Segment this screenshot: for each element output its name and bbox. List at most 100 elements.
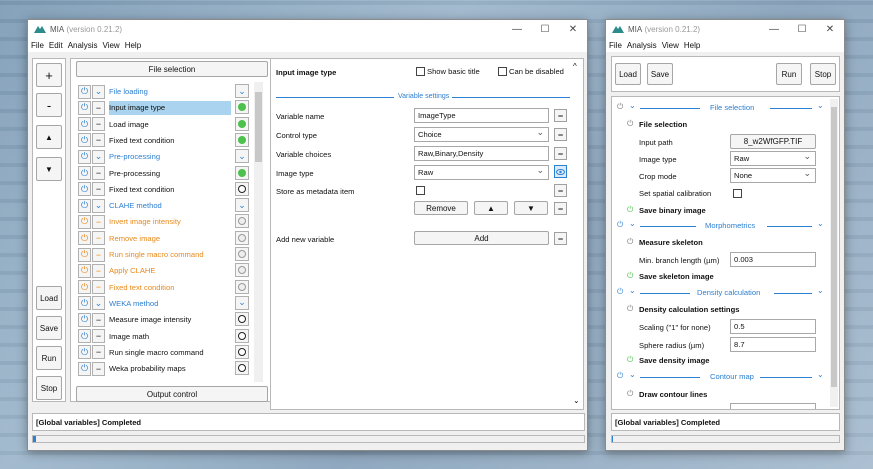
section-power-icon[interactable]: ⏻ bbox=[617, 220, 623, 230]
chevron-down-icon[interactable]: ⌄ bbox=[92, 296, 105, 311]
module-name[interactable]: Pre-processing bbox=[109, 166, 231, 180]
parameters-scrollbar[interactable] bbox=[830, 99, 838, 407]
module-row[interactable]: ⏻ ⌄ Pre-processing ⌄ bbox=[78, 149, 249, 164]
section-power-icon[interactable]: ⏻ bbox=[617, 102, 623, 112]
minus-icon[interactable]: − bbox=[92, 263, 105, 278]
module-row[interactable]: ⏻ − Weka probability maps bbox=[78, 361, 249, 376]
module-row[interactable]: ⏻ − Load image bbox=[78, 116, 249, 132]
module-row[interactable]: ⏻ − Run single macro command bbox=[78, 247, 249, 262]
file-selection-button[interactable]: File selection bbox=[76, 61, 268, 77]
module-name[interactable]: Measure image intensity bbox=[109, 313, 231, 327]
spatial-calibration-checkbox[interactable] bbox=[733, 189, 742, 198]
control-type-select[interactable]: Choice bbox=[414, 127, 549, 142]
module-power-icon[interactable]: ⏻ bbox=[627, 355, 633, 365]
power-toggle-icon[interactable]: ⏻ bbox=[78, 247, 91, 262]
contour-partial-field[interactable] bbox=[730, 403, 816, 409]
module-row[interactable]: ⏻ − Measure image intensity bbox=[78, 312, 249, 327]
section-chevron-icon[interactable]: ⌄ bbox=[629, 101, 636, 110]
show-basic-title-checkbox[interactable] bbox=[416, 67, 425, 76]
power-toggle-icon[interactable]: ⏻ bbox=[78, 345, 91, 360]
minus-icon[interactable]: − bbox=[92, 312, 105, 327]
move-down-button[interactable]: ▼ bbox=[36, 157, 62, 181]
menu-file[interactable]: File bbox=[31, 41, 44, 50]
minus-icon[interactable]: − bbox=[92, 231, 105, 246]
close-button[interactable]: ✕ bbox=[559, 24, 587, 35]
module-row[interactable]: ⏻ − Invert image intensity bbox=[78, 214, 249, 229]
menu-help[interactable]: Help bbox=[125, 41, 141, 50]
power-toggle-icon[interactable]: ⏻ bbox=[78, 312, 91, 327]
section-power-icon[interactable]: ⏻ bbox=[617, 371, 623, 381]
module-row[interactable]: ⏻ ⌄ File loading ⌄ bbox=[78, 84, 249, 99]
power-toggle-icon[interactable]: ⏻ bbox=[78, 133, 91, 148]
module-row[interactable]: ⏻ − Fixed text condition bbox=[78, 181, 249, 197]
variable-choices-remove-button[interactable]: − bbox=[554, 147, 567, 160]
section-collapse-icon[interactable]: ⌄ bbox=[817, 219, 824, 228]
chevron-down-icon[interactable]: ⌄ bbox=[92, 149, 105, 164]
minus-icon[interactable]: − bbox=[92, 166, 105, 180]
module-row[interactable]: ⏻ − Fixed text condition bbox=[78, 279, 249, 295]
parameters-scroll-thumb[interactable] bbox=[831, 107, 837, 387]
section-morphometrics[interactable]: Morphometrics bbox=[705, 221, 755, 230]
power-toggle-icon[interactable]: ⏻ bbox=[78, 263, 91, 278]
menu-view[interactable]: View bbox=[662, 41, 679, 50]
store-metadata-remove-button[interactable]: − bbox=[554, 184, 567, 197]
module-power-icon[interactable]: ⏻ bbox=[627, 271, 633, 281]
module-name[interactable]: CLAHE method bbox=[109, 199, 231, 213]
module-power-icon[interactable]: ⏻ bbox=[627, 237, 633, 247]
module-power-icon[interactable]: ⏻ bbox=[627, 304, 633, 314]
minus-icon[interactable]: − bbox=[92, 361, 105, 376]
minus-icon[interactable]: − bbox=[92, 329, 105, 343]
module-name[interactable]: WEKA method bbox=[109, 296, 231, 310]
save-button[interactable]: Save bbox=[647, 63, 673, 85]
minus-icon[interactable]: − bbox=[92, 182, 105, 197]
chevron-down-icon[interactable]: ⌄ bbox=[92, 198, 105, 213]
save-button[interactable]: Save bbox=[36, 316, 62, 340]
minus-icon[interactable]: − bbox=[92, 247, 105, 262]
load-button[interactable]: Load bbox=[615, 63, 641, 85]
module-row[interactable]: ⏻ − Fixed text condition bbox=[78, 132, 249, 148]
can-be-disabled-checkbox[interactable] bbox=[498, 67, 507, 76]
variable-order-remove-button[interactable]: − bbox=[554, 202, 567, 215]
module-name[interactable]: Load image bbox=[109, 117, 231, 131]
section-chevron-icon[interactable]: ⌄ bbox=[629, 370, 636, 379]
run-button[interactable]: Run bbox=[36, 346, 62, 370]
module-row[interactable]: ⏻ ⌄ WEKA method ⌄ bbox=[78, 295, 249, 311]
variable-choices-field[interactable]: Raw,Binary,Density bbox=[414, 146, 549, 161]
module-row[interactable]: ⏻ − Apply CLAHE bbox=[78, 263, 249, 278]
module-row[interactable]: ⏻ − Input image type bbox=[78, 100, 249, 115]
power-toggle-icon[interactable]: ⏻ bbox=[78, 214, 91, 229]
menu-analysis[interactable]: Analysis bbox=[627, 41, 657, 50]
module-list-scrollbar[interactable] bbox=[254, 82, 263, 382]
stop-button[interactable]: Stop bbox=[36, 376, 62, 400]
min-branch-field[interactable]: 0.003 bbox=[730, 252, 816, 267]
section-collapse-icon[interactable]: ⌄ bbox=[817, 370, 824, 379]
section-collapse-icon[interactable]: ⌄ bbox=[817, 101, 824, 110]
module-name[interactable]: Input image type bbox=[109, 100, 231, 115]
power-toggle-icon[interactable]: ⏻ bbox=[78, 329, 91, 343]
variable-name-field[interactable]: ImageType bbox=[414, 108, 549, 123]
crop-mode-select[interactable]: None bbox=[730, 168, 816, 183]
section-contour-map[interactable]: Contour map bbox=[710, 372, 754, 381]
image-type-visibility-button[interactable] bbox=[554, 165, 567, 178]
power-toggle-icon[interactable]: ⏻ bbox=[78, 149, 91, 164]
power-toggle-icon[interactable]: ⏻ bbox=[78, 182, 91, 197]
minimize-button[interactable]: — bbox=[760, 24, 788, 35]
module-row[interactable]: ⏻ − Run single macro command bbox=[78, 344, 249, 360]
maximize-button[interactable]: ☐ bbox=[788, 24, 816, 35]
menu-view[interactable]: View bbox=[102, 41, 119, 50]
minus-icon[interactable]: − bbox=[92, 214, 105, 229]
output-control-button[interactable]: Output control bbox=[76, 386, 268, 402]
section-power-icon[interactable]: ⏻ bbox=[617, 287, 623, 297]
section-chevron-icon[interactable]: ⌄ bbox=[629, 219, 636, 228]
section-density-calculation[interactable]: Density calculation bbox=[697, 288, 760, 297]
power-toggle-icon[interactable]: ⏻ bbox=[78, 84, 91, 99]
section-chevron-icon[interactable]: ⌄ bbox=[629, 286, 636, 295]
stop-button[interactable]: Stop bbox=[810, 63, 836, 85]
run-button[interactable]: Run bbox=[776, 63, 802, 85]
module-name[interactable]: Run single macro command bbox=[109, 345, 231, 359]
module-name[interactable]: Fixed text condition bbox=[109, 280, 231, 294]
store-metadata-checkbox[interactable] bbox=[416, 186, 425, 195]
module-name[interactable]: Remove image bbox=[109, 231, 231, 245]
maximize-button[interactable]: ☐ bbox=[531, 24, 559, 35]
variable-down-button[interactable]: ▼ bbox=[514, 201, 548, 215]
